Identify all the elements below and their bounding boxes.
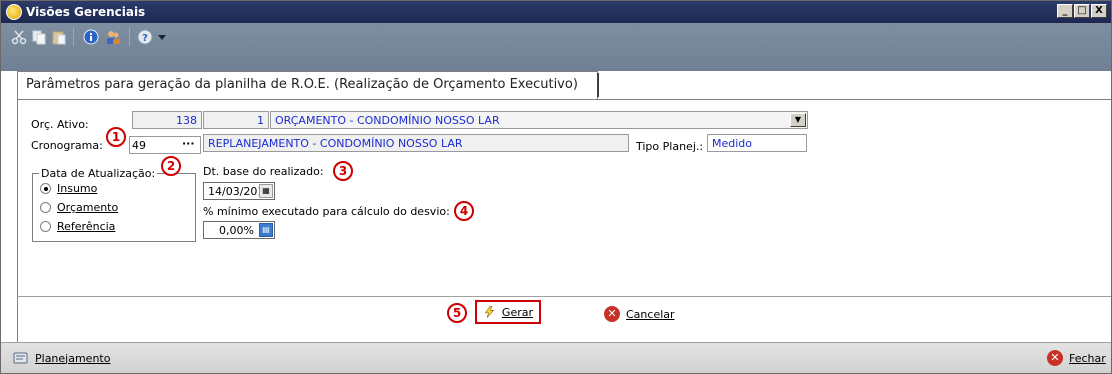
title-bar: Visões Gerenciais _ □ X xyxy=(1,1,1111,23)
cancelar-label: Cancelar xyxy=(626,307,675,321)
cronograma-value: 49 xyxy=(132,139,146,152)
callout-4: 4 xyxy=(454,201,474,221)
data-atualizacao-label: Data de Atualização: xyxy=(39,167,158,180)
planejamento-button[interactable]: Planejamento xyxy=(7,346,116,370)
cronograma-label: Cronograma: xyxy=(31,139,103,152)
lookup-button[interactable]: ··· xyxy=(182,137,195,150)
cancelar-button[interactable]: ✕ Cancelar xyxy=(598,302,681,326)
callout-2: 2 xyxy=(161,156,181,176)
radio-referencia[interactable]: Referência xyxy=(40,220,115,233)
chevron-down-icon[interactable]: ▼ xyxy=(790,113,806,127)
gerar-label: Gerar xyxy=(501,305,533,319)
window-controls: _ □ X xyxy=(1057,4,1107,18)
calendar-icon[interactable]: ▦ xyxy=(259,184,273,198)
callout-5: 5 xyxy=(447,303,467,323)
orc-ativo-code-field: 138 xyxy=(132,111,202,129)
close-icon: ✕ xyxy=(1047,350,1063,366)
main-window: Visões Gerenciais _ □ X ? Parâmetros par… xyxy=(0,0,1112,374)
radio-unselected-icon xyxy=(40,221,51,232)
toolbar-separator xyxy=(73,28,74,46)
window-title: Visões Gerenciais xyxy=(26,5,146,19)
dt-base-label: Dt. base do realizado: xyxy=(203,165,324,178)
app-logo-icon xyxy=(6,4,22,20)
gerar-button[interactable]: Gerar xyxy=(475,300,541,324)
planejamento-label: Planejamento xyxy=(35,351,111,365)
svg-text:?: ? xyxy=(142,33,148,44)
calculator-icon[interactable]: ▤ xyxy=(259,223,273,237)
chevron-down-icon[interactable] xyxy=(155,29,171,45)
orc-ativo-select[interactable]: ORÇAMENTO - CONDOMÍNIO NOSSO LAR xyxy=(270,111,808,129)
users-icon[interactable] xyxy=(105,29,121,45)
orc-ativo-desc: ORÇAMENTO - CONDOMÍNIO NOSSO LAR xyxy=(275,114,500,127)
divider xyxy=(17,296,1111,297)
fechar-label: Fechar xyxy=(1069,351,1106,365)
orc-ativo-seq-field: 1 xyxy=(203,111,269,129)
tab-parametros[interactable]: Parâmetros para geração da planilha de R… xyxy=(17,71,598,99)
close-button[interactable]: X xyxy=(1091,4,1107,18)
radio-referencia-label: Referência xyxy=(57,220,116,233)
planning-icon xyxy=(13,352,28,364)
radio-orcamento-label: Orçamento xyxy=(57,201,119,214)
radio-insumo[interactable]: Insumo xyxy=(40,182,97,195)
radio-insumo-label: Insumo xyxy=(57,182,98,195)
cronograma-desc-field: REPLANEJAMENTO - CONDOMÍNIO NOSSO LAR xyxy=(203,134,629,152)
paste-icon[interactable] xyxy=(51,29,67,45)
lightning-icon xyxy=(484,306,495,318)
toolbar: ? xyxy=(1,23,1111,71)
maximize-button[interactable]: □ xyxy=(1074,4,1090,18)
info-icon[interactable] xyxy=(83,29,99,45)
orc-ativo-label: Orç. Ativo: xyxy=(31,118,89,131)
pct-minimo-label: % mínimo executado para cálculo do desvi… xyxy=(203,205,450,218)
tipo-planej-label: Tipo Planej.: xyxy=(636,140,704,153)
copy-icon[interactable] xyxy=(31,29,47,45)
cancel-icon: ✕ xyxy=(604,306,620,322)
cut-icon[interactable] xyxy=(11,29,27,45)
callout-1: 1 xyxy=(106,127,126,147)
radio-unselected-icon xyxy=(40,202,51,213)
tipo-planej-field: Medido xyxy=(707,134,807,152)
toolbar-separator xyxy=(129,28,130,46)
minimize-button[interactable]: _ xyxy=(1057,4,1073,18)
tab-edge xyxy=(597,73,599,97)
status-bar: Planejamento ✕ Fechar xyxy=(1,342,1111,373)
radio-selected-icon xyxy=(40,183,51,194)
help-icon[interactable]: ? xyxy=(137,29,153,45)
fechar-button[interactable]: ✕ Fechar xyxy=(1041,346,1112,370)
callout-3: 3 xyxy=(333,161,353,181)
radio-orcamento[interactable]: Orçamento xyxy=(40,201,118,214)
